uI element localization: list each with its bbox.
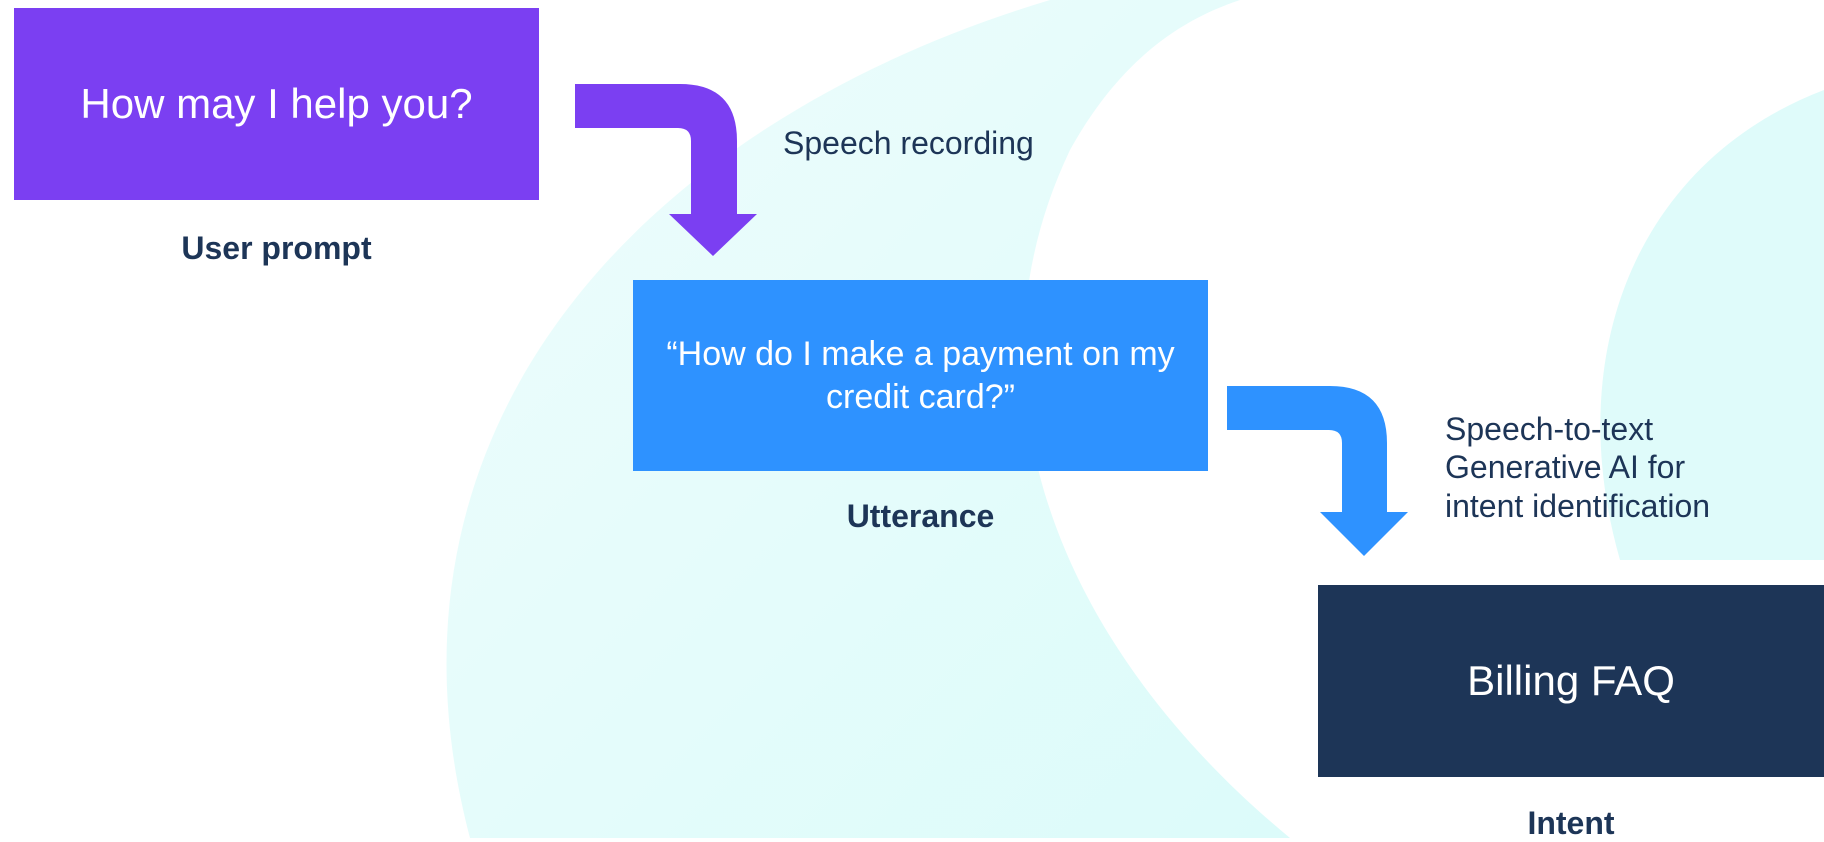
intent-caption: Intent (1527, 805, 1615, 841)
step-1-label: Speech recording (783, 125, 1034, 161)
prompt-text: How may I help you? (80, 80, 473, 127)
step-2-line-2: Generative AI for (1445, 449, 1686, 486)
step-2-line-3: intent identification (1445, 487, 1711, 524)
utterance-text: “How do I make a payment on my credit ca… (666, 335, 1175, 416)
step-2-label: Speech-to-text Generative AI for intent … (1445, 410, 1710, 525)
prompt-box: How may I help you? (14, 8, 539, 200)
prompt-caption: User prompt (181, 230, 372, 266)
step-2-line-1: Speech-to-text (1445, 411, 1654, 447)
intent-text: Billing FAQ (1467, 657, 1675, 704)
intent-box: Billing FAQ (1318, 585, 1824, 777)
utterance-box: “How do I make a payment on my credit ca… (633, 280, 1208, 471)
utterance-caption: Utterance (846, 498, 995, 534)
